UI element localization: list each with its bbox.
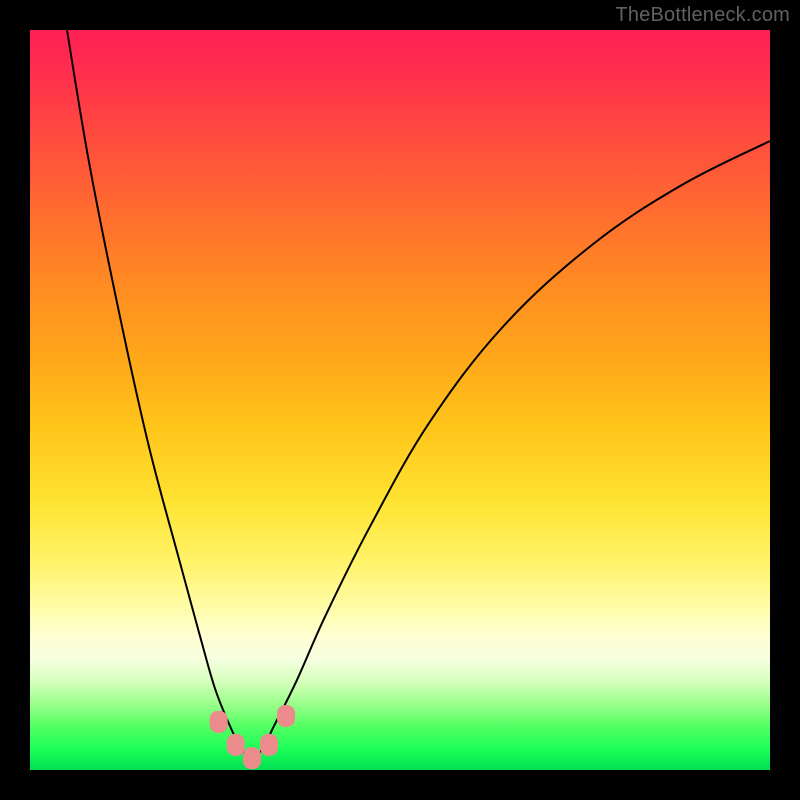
bottleneck-curve [67,30,770,759]
chart-frame: TheBottleneck.com [0,0,800,800]
plot-area [30,30,770,770]
curve-markers [210,705,295,769]
curve-marker [210,711,228,733]
bottleneck-curve-svg [30,30,770,770]
curve-marker [243,747,261,769]
curve-marker [227,734,245,756]
watermark-text: TheBottleneck.com [615,4,790,27]
curve-marker [260,734,278,756]
curve-marker [277,705,295,727]
